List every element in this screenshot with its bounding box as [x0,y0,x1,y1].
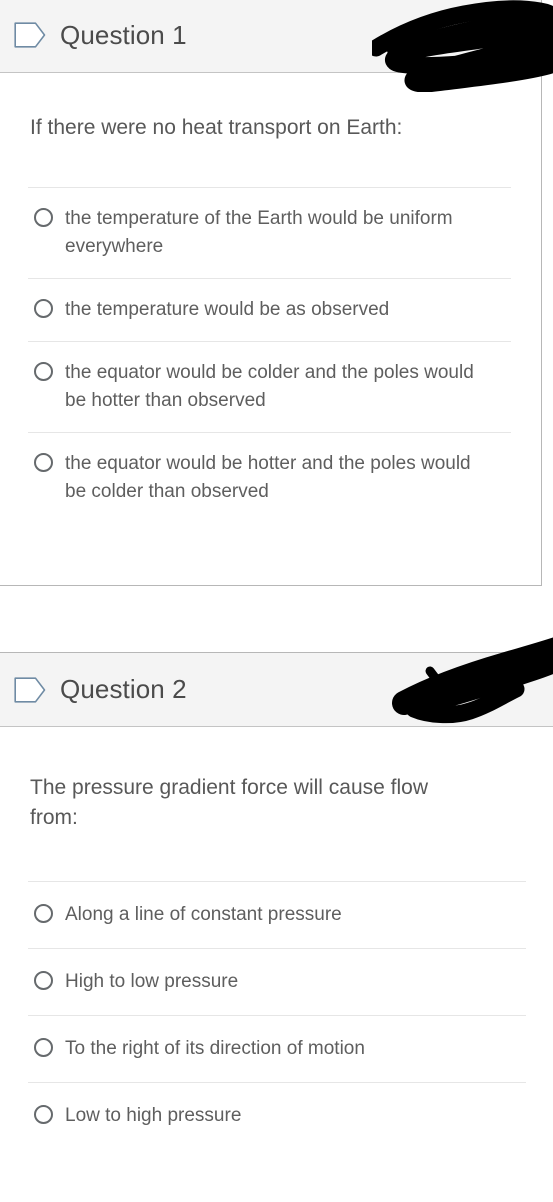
answer-label: To the right of its direction of motion [65,1038,365,1059]
question-2-body: The pressure gradient force will cause f… [0,727,553,1149]
question-2-prompt: The pressure gradient force will cause f… [30,776,429,829]
answer-option[interactable]: Along a line of constant pressure [28,882,526,949]
question-card-1: Question 1 If there were no heat transpo… [0,0,553,586]
answer-label: the temperature of the Earth would be un… [65,208,453,257]
quiz-page: Question 1 If there were no heat transpo… [0,0,553,1202]
question-1-title: Question 1 [60,19,187,50]
radio-button-icon[interactable] [34,971,53,990]
answer-option[interactable]: the temperature of the Earth would be un… [28,188,511,279]
answer-option[interactable]: To the right of its direction of motion [28,1016,526,1083]
question-1-answers: the temperature of the Earth would be un… [28,187,511,523]
question-card-2: Question 2 The pressure gradient force w… [0,637,553,1202]
flag-tag-icon [14,676,46,703]
answer-label: Along a line of constant pressure [65,904,342,925]
answer-label: the equator would be hotter and the pole… [65,453,471,502]
answer-label: High to low pressure [65,971,239,992]
radio-button-icon[interactable] [34,362,53,381]
question-2-header: Question 2 [0,637,553,727]
question-2-title: Question 2 [60,674,187,704]
flag-tag-icon [14,22,46,48]
radio-button-icon[interactable] [34,1038,53,1057]
redaction-scribble-2 [392,637,553,724]
radio-button-icon[interactable] [34,299,53,318]
radio-button-icon[interactable] [34,1105,53,1124]
question-1-header: Question 1 [0,0,553,92]
question-1-body: If there were no heat transport on Earth… [0,73,541,523]
answer-option[interactable]: Low to high pressure [28,1083,526,1149]
answer-option[interactable]: the equator would be hotter and the pole… [28,433,511,523]
radio-button-icon[interactable] [34,904,53,923]
radio-button-icon[interactable] [34,208,53,227]
question-1-prompt: If there were no heat transport on Earth… [30,116,403,139]
answer-label: the temperature would be as observed [65,299,390,320]
answer-label: the equator would be colder and the pole… [65,362,474,411]
answer-option[interactable]: High to low pressure [28,949,526,1016]
answer-label: Low to high pressure [65,1105,242,1126]
question-2-answers: Along a line of constant pressure High t… [28,881,526,1149]
answer-option[interactable]: the equator would be colder and the pole… [28,342,511,433]
radio-button-icon[interactable] [34,453,53,472]
answer-option[interactable]: the temperature would be as observed [28,279,511,342]
